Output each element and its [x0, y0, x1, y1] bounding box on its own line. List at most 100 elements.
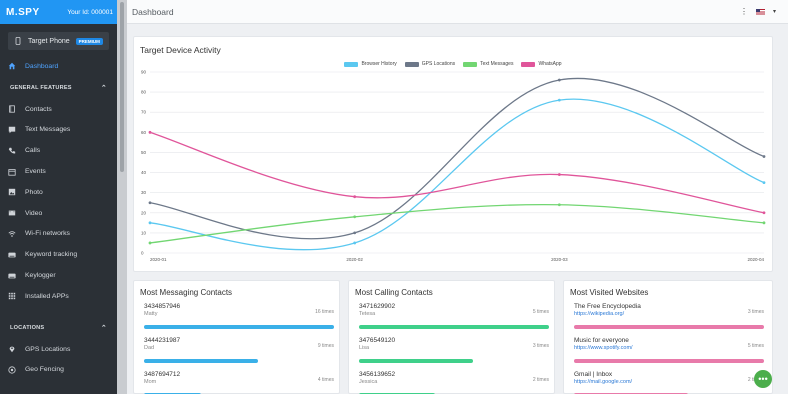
count-label: 2 times [532, 377, 549, 383]
y-tick-label: 10 [141, 230, 147, 235]
brand-bar: M.SPY Your Id: 000001 [0, 0, 117, 24]
location-list: GPS Locations Geo Fencing [0, 339, 117, 381]
data-point-text-messages[interactable] [557, 203, 561, 207]
count-label: 3 times [747, 309, 764, 315]
calling-contacts-card: Most Calling Contacts 3471629902 Tetesa 5 … [348, 280, 555, 394]
contact-name: Dad [144, 345, 155, 351]
sidebar-item-keylogger[interactable]: Keylogger [0, 265, 117, 286]
data-point-browser-history[interactable] [148, 221, 152, 225]
target-icon [8, 366, 16, 374]
visited-websites-card: Most Visited Websites The Free Encyclope… [563, 280, 773, 394]
count-label: 5 times [747, 343, 764, 349]
top-header: Dashboard ⋮ ▾ [127, 0, 788, 24]
sidebar-item-text-messages[interactable]: Text Messages [0, 120, 117, 141]
header-actions: ⋮ ▾ [740, 7, 776, 16]
calendar-icon [8, 168, 16, 176]
chevron-up-icon: ⌃ [100, 84, 107, 92]
sidebar-item-calls[interactable]: Calls [0, 140, 117, 161]
calling-title: Most Calling Contacts [355, 288, 433, 297]
sidebar-item-label: Photo [25, 188, 43, 196]
sidebar-item-wi-fi-networks[interactable]: Wi-Fi networks [0, 224, 117, 245]
messaging-list: 3434857946 Matty 16 times 3444231987 Dad 9 ti… [134, 297, 339, 394]
us-flag-icon[interactable] [755, 8, 765, 15]
data-point-browser-history[interactable] [353, 241, 357, 245]
data-point-whatsapp[interactable] [353, 195, 357, 199]
sidebar-item-label: Geo Fencing [25, 366, 64, 374]
sidebar-item-label: Text Messages [25, 126, 71, 134]
y-tick-label: 50 [141, 150, 147, 155]
websites-list: The Free Encyclopedia https://wikipedia.o… [564, 297, 772, 394]
brand-logo[interactable]: M.SPY [6, 7, 40, 18]
y-tick-label: 60 [141, 130, 147, 135]
home-icon [8, 62, 16, 70]
sidebar-item-label: Keyword tracking [25, 251, 78, 259]
data-point-gps-locations[interactable] [762, 155, 766, 158]
website-entry: The Free Encyclopedia https://wikipedia.o… [574, 303, 764, 337]
data-point-whatsapp[interactable] [762, 211, 766, 215]
more-menu-icon[interactable]: ⋮ [740, 7, 748, 16]
target-phone-button[interactable]: Target Phone PREMIUM [8, 32, 109, 50]
data-point-text-messages[interactable] [353, 215, 357, 219]
data-point-text-messages[interactable] [148, 241, 152, 245]
website-url-link[interactable]: https://www.spotify.com/ [574, 345, 764, 351]
data-point-whatsapp[interactable] [557, 173, 561, 176]
messaging-contacts-card: Most Messaging Contacts 3434857946 Matty 1… [133, 280, 340, 394]
contact-entry: 3456139652 Jessica 2 times [359, 371, 549, 394]
keyboard-icon [8, 272, 16, 280]
data-point-gps-locations[interactable] [148, 201, 152, 205]
data-point-text-messages[interactable] [762, 221, 766, 225]
series-line-text-messages [149, 203, 765, 244]
x-tick-label: 2020-03 [551, 257, 568, 262]
y-tick-label: 0 [141, 251, 144, 256]
contact-number: 3444231987 [144, 337, 181, 344]
sidebar-item-label: Contacts [25, 105, 52, 113]
y-tick-label: 40 [141, 170, 147, 175]
sidebar-item-dashboard[interactable]: Dashboard [0, 56, 117, 77]
section-general-features[interactable]: GENERAL FEATURES ⌃ [0, 77, 117, 99]
x-tick-label: 2020-02 [346, 257, 363, 262]
contact-entry: 3471629902 Tetesa 5 times [359, 303, 549, 337]
phone-icon [8, 147, 16, 155]
premium-badge: PREMIUM [75, 37, 103, 45]
data-point-browser-history[interactable] [557, 98, 561, 102]
contact-name: Matty [144, 311, 158, 317]
sidebar-item-label: Keylogger [25, 272, 56, 280]
series-line-browser-history [149, 98, 765, 251]
website-url-link[interactable]: https://wikipedia.org/ [574, 311, 764, 317]
nav-list: Contacts Text Messages Calls Events Photo Vid… [0, 99, 117, 307]
target-phone-label: Target Phone [28, 37, 70, 45]
language-caret-icon[interactable]: ▾ [773, 8, 776, 15]
sidebar-item-geo-fencing[interactable]: Geo Fencing [0, 360, 117, 381]
sidebar-item-label: Events [25, 168, 46, 176]
section-label: LOCATIONS [10, 324, 45, 331]
count-bar [574, 325, 764, 329]
sidebar-item-keyword-tracking[interactable]: Keyword tracking [0, 244, 117, 265]
sidebar-item-contacts[interactable]: Contacts [0, 99, 117, 120]
book-icon [8, 105, 16, 113]
chat-fab-button[interactable]: ••• [754, 370, 772, 388]
sidebar-item-gps-locations[interactable]: GPS Locations [0, 339, 117, 360]
film-icon [8, 209, 16, 217]
data-point-whatsapp[interactable] [148, 130, 152, 134]
section-label: GENERAL FEATURES [10, 84, 72, 91]
section-locations[interactable]: LOCATIONS ⌃ [0, 317, 117, 339]
scrollbar-thumb[interactable] [120, 2, 124, 172]
sidebar-item-video[interactable]: Video [0, 203, 117, 224]
sidebar-item-installed-apps[interactable]: Installed APPs [0, 286, 117, 307]
data-point-browser-history[interactable] [762, 181, 766, 185]
sidebar-item-events[interactable]: Events [0, 161, 117, 182]
contact-name: Mom [144, 379, 157, 385]
sidebar-item-photo[interactable]: Photo [0, 182, 117, 203]
data-point-gps-locations[interactable] [557, 78, 561, 82]
count-bar [144, 325, 334, 329]
website-title: Music for everyone [574, 337, 629, 344]
website-url-link[interactable]: https://mail.google.com/ [574, 379, 764, 385]
apps-icon [8, 292, 16, 300]
data-point-gps-locations[interactable] [353, 231, 357, 235]
count-bar [359, 359, 473, 363]
message-icon [8, 126, 16, 134]
sidebar-item-label: Video [25, 209, 43, 217]
keyboard-icon [8, 251, 16, 259]
sidebar: M.SPY Your Id: 000001 Target Phone PREMI… [0, 0, 117, 394]
x-tick-label: 2020-01 [150, 257, 167, 262]
